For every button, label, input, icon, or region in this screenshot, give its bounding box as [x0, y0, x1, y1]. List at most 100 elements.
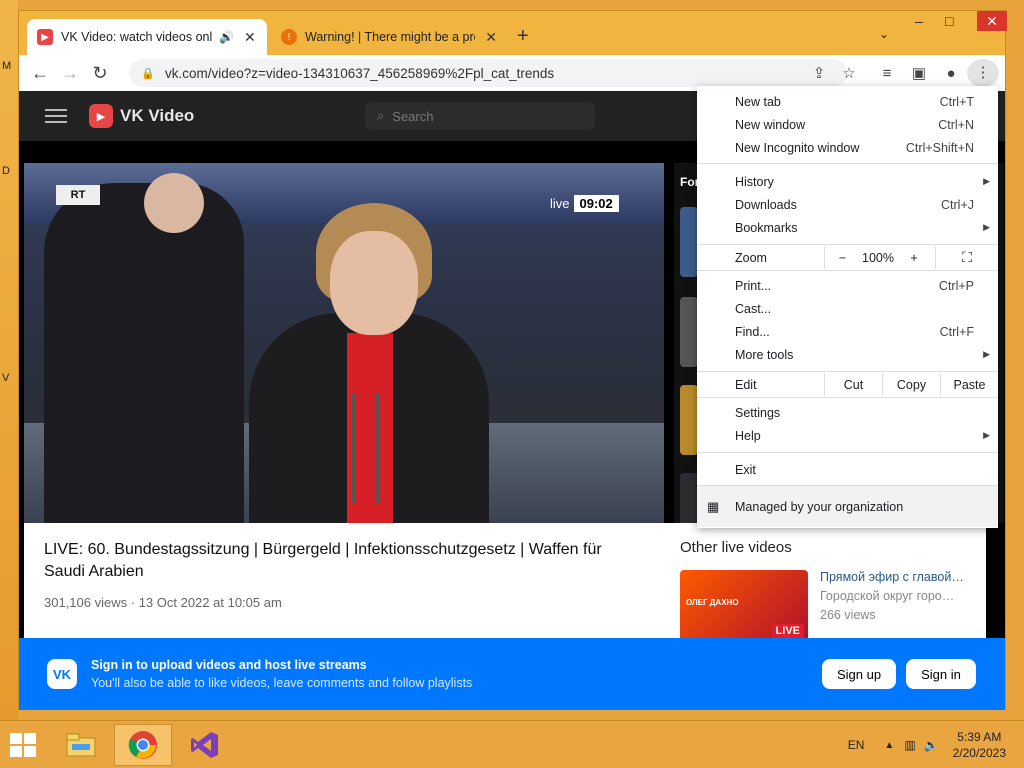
menu-item-bookmarks[interactable]: Bookmarks ▶	[697, 216, 998, 239]
sign-in-button[interactable]: Sign in	[906, 659, 976, 689]
menu-item-settings[interactable]: Settings	[697, 401, 998, 424]
close-tab-icon[interactable]: ✕	[485, 29, 497, 46]
tab-search-icon[interactable]: ⌄	[879, 27, 889, 41]
menu-item-more-tools[interactable]: More tools ▶	[697, 343, 998, 366]
tab-warning[interactable]: ! Warning! | There might be a problem ✕	[271, 19, 507, 55]
other-video-title[interactable]: Прямой эфир с главой…	[820, 570, 970, 584]
more-icon[interactable]: ⋮	[967, 59, 999, 87]
building-icon: ▦	[707, 498, 720, 514]
side-thumb[interactable]	[680, 207, 698, 277]
cut-button[interactable]: Cut	[824, 373, 882, 396]
speaker-icon[interactable]: 🔊	[219, 30, 234, 44]
side-thumb[interactable]	[680, 385, 698, 455]
lock-icon: 🔒	[141, 67, 155, 80]
menu-label: Cast...	[735, 301, 772, 316]
live-badge: LIVE	[771, 624, 804, 638]
show-hidden-icon[interactable]: ▲	[884, 740, 894, 751]
fullscreen-icon[interactable]: ⛶	[935, 246, 998, 269]
menu-item-new-window[interactable]: New window Ctrl+N	[697, 113, 998, 136]
thumb-text: ОЛЕГ ДАХНО	[686, 598, 739, 607]
menu-item-find[interactable]: Find... Ctrl+F	[697, 320, 998, 343]
menu-item-new-tab[interactable]: New tab Ctrl+T	[697, 90, 998, 113]
other-video-author[interactable]: Городской округ горо…	[820, 589, 970, 603]
other-video-card[interactable]: ОЛЕГ ДАХНО LIVE Прямой эфир с главой… Го…	[680, 570, 970, 642]
url-text: vk.com/video?z=video-134310637_456258969…	[165, 65, 555, 81]
close-tab-icon[interactable]: ✕	[244, 29, 256, 46]
sign-up-button[interactable]: Sign up	[822, 659, 896, 689]
menu-label: Settings	[735, 405, 781, 420]
menu-label: New window	[735, 117, 806, 132]
menu-shortcut: Ctrl+N	[938, 117, 974, 132]
menu-shortcut: Ctrl+T	[939, 94, 974, 109]
video-player[interactable]: RT live 09:02	[24, 163, 664, 523]
vk-logo[interactable]: ▶ VK Video	[89, 104, 194, 128]
other-video-views: 266 views	[820, 608, 876, 622]
visual-studio-icon[interactable]	[182, 724, 228, 766]
share-icon[interactable]: ⇪	[803, 64, 835, 82]
zoom-out-button[interactable]: −	[824, 246, 860, 269]
video-meta: 301,106 views · 13 Oct 2022 at 10:05 am	[44, 595, 282, 610]
menu-item-history[interactable]: History ▶	[697, 170, 998, 193]
desktop-edge-letter: M	[2, 60, 12, 72]
minimize-button[interactable]: –	[915, 13, 923, 29]
submenu-arrow-icon: ▶	[983, 222, 990, 232]
tab-vk-video[interactable]: ▶ VK Video: watch videos online 🔊 ✕	[27, 19, 267, 55]
video-speaker	[249, 313, 489, 523]
star-icon[interactable]: ☆	[833, 64, 865, 82]
video-title: LIVE: 60. Bundestagssitzung | Bürgergeld…	[44, 541, 602, 580]
publish-date: 13 Oct 2022 at 10:05 am	[138, 595, 282, 610]
close-window-button[interactable]: ✕	[977, 11, 1007, 31]
menu-icon[interactable]	[45, 105, 67, 127]
menu-item-edit: Edit Cut Copy Paste	[697, 373, 998, 396]
chrome-icon[interactable]	[114, 724, 172, 766]
menu-item-incognito[interactable]: New Incognito window Ctrl+Shift+N	[697, 136, 998, 159]
menu-shortcut: Ctrl+F	[939, 324, 974, 339]
zoom-in-button[interactable]: +	[896, 246, 932, 269]
forward-icon[interactable]: →	[55, 63, 85, 84]
menu-item-downloads[interactable]: Downloads Ctrl+J	[697, 193, 998, 216]
taskbar: EN ▲ ▥ 🔈 5:39 AM 2/20/2023	[0, 720, 1024, 768]
menu-item-zoom: Zoom − 100% + ⛶	[697, 246, 998, 269]
signin-banner: VK Sign in to upload videos and host liv…	[19, 638, 1005, 710]
menu-item-print[interactable]: Print... Ctrl+P	[697, 274, 998, 297]
language-indicator[interactable]: EN	[848, 738, 865, 752]
volume-icon[interactable]: 🔈	[924, 738, 939, 752]
menu-label: Downloads	[735, 197, 797, 212]
address-bar[interactable]: 🔒 vk.com/video?z=video-134310637_4562589…	[129, 59, 847, 87]
submenu-arrow-icon: ▶	[983, 430, 990, 440]
menu-item-cast[interactable]: Cast...	[697, 297, 998, 320]
file-explorer-icon[interactable]	[58, 724, 104, 766]
menu-label: Print...	[735, 278, 772, 293]
back-icon[interactable]: ←	[25, 63, 55, 84]
media-icon[interactable]: ≡	[871, 65, 903, 82]
sidepanel-icon[interactable]: ▣	[903, 64, 935, 82]
menu-item-exit[interactable]: Exit	[697, 458, 998, 481]
menu-item-help[interactable]: Help ▶	[697, 424, 998, 447]
video-person	[44, 173, 244, 523]
menu-item-managed[interactable]: ▦ Managed by your organization	[697, 486, 998, 527]
network-icon[interactable]: ▥	[904, 738, 915, 752]
paste-button[interactable]: Paste	[940, 373, 998, 396]
side-thumb[interactable]	[680, 297, 698, 367]
reload-icon[interactable]: ↻	[85, 63, 115, 84]
windows-start-icon[interactable]	[10, 733, 38, 759]
profile-icon[interactable]: ●	[935, 65, 967, 82]
search-icon: ⌕	[377, 108, 385, 123]
banner-subtitle: You'll also be able to like videos, leav…	[91, 676, 473, 690]
other-heading: Other live videos	[680, 539, 792, 556]
desktop-edge-letter: V	[2, 372, 10, 384]
maximize-button[interactable]: □	[945, 13, 953, 29]
menu-label: More tools	[735, 347, 794, 362]
other-video-thumb[interactable]: ОЛЕГ ДАХНО LIVE	[680, 570, 808, 642]
new-tab-icon[interactable]: +	[517, 25, 529, 48]
search-input[interactable]: ⌕ Search	[365, 102, 595, 130]
chrome-menu: New tab Ctrl+T New window Ctrl+N New Incog…	[697, 86, 998, 528]
banner-title: Sign in to upload videos and host live s…	[91, 658, 367, 672]
copy-button[interactable]: Copy	[882, 373, 940, 396]
menu-label: Help	[735, 428, 761, 443]
menu-label: History	[735, 174, 774, 189]
menu-label: Find...	[735, 324, 770, 339]
live-label: live	[550, 196, 570, 211]
zoom-level: 100%	[862, 250, 894, 265]
clock[interactable]: 5:39 AM 2/20/2023	[953, 729, 1006, 761]
